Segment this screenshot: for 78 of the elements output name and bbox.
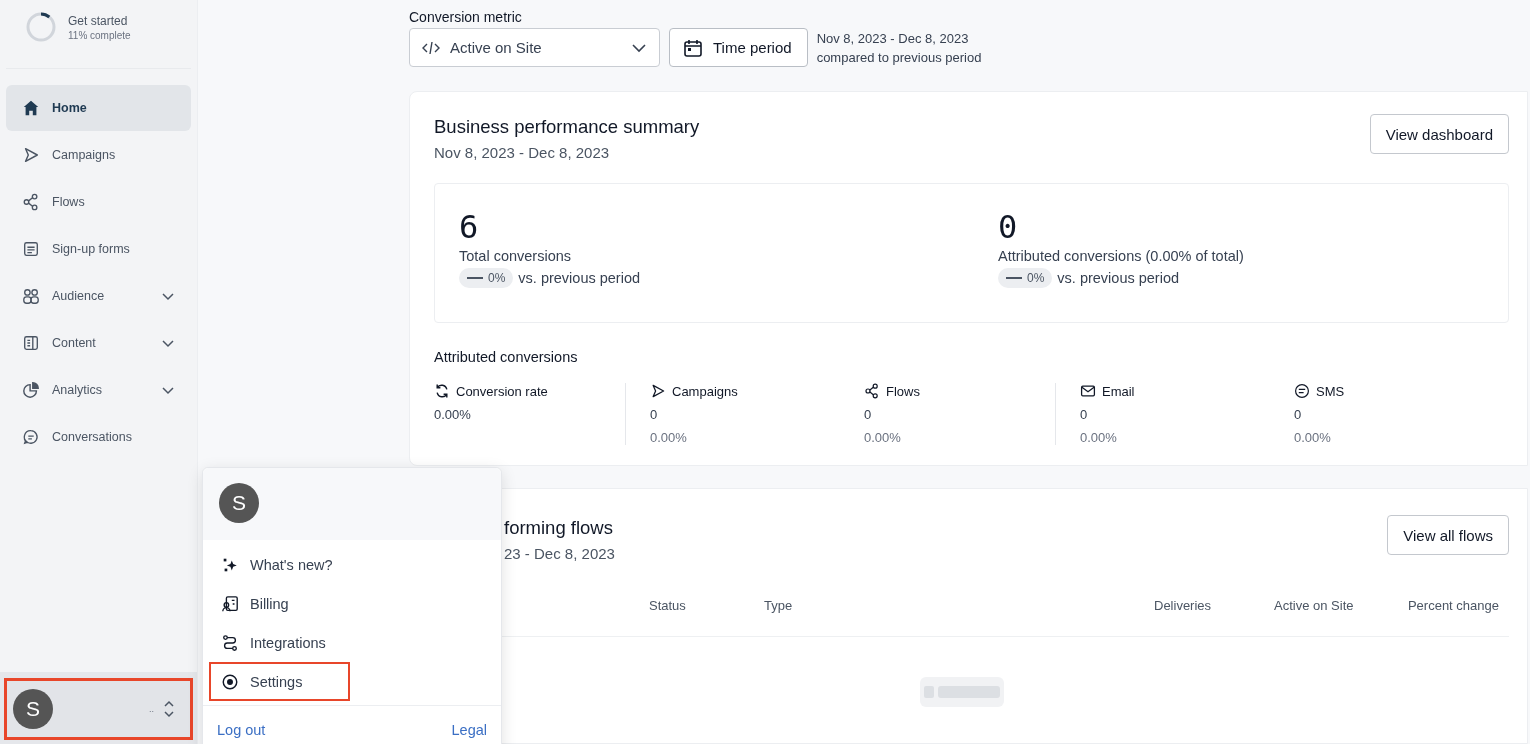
mail-icon xyxy=(1080,383,1096,399)
footer-link[interactable]: Log out xyxy=(217,722,266,738)
metric-label: SMS xyxy=(1316,383,1345,399)
avatar: S xyxy=(219,483,259,523)
menu-item[interactable]: Integrations xyxy=(209,623,358,662)
date-range: 23 - Dec 8, 2023 xyxy=(504,545,615,562)
refresh-icon xyxy=(434,383,450,399)
code-icon xyxy=(422,39,440,56)
nav-item[interactable]: Home xyxy=(6,85,191,131)
metric-value: 0 xyxy=(650,407,659,422)
column-header: Type xyxy=(764,598,793,613)
column-header: Percent change xyxy=(1407,598,1499,613)
metric-value: 0.00% xyxy=(1294,430,1332,445)
stat-label: Total conversions xyxy=(459,248,573,264)
nav-item[interactable]: Content xyxy=(6,320,191,366)
time-period-button[interactable]: Time period xyxy=(669,28,808,67)
card-title: forming flows xyxy=(504,517,614,539)
up-down-chevron-icon xyxy=(162,699,176,719)
document-icon xyxy=(22,334,40,352)
home-icon xyxy=(22,99,40,117)
change-badge: 0% xyxy=(459,268,514,288)
chat-icon xyxy=(1294,383,1310,399)
menu-item[interactable]: What's new? xyxy=(209,545,365,584)
nav-item[interactable]: Conversations xyxy=(6,414,191,460)
onboarding-title[interactable]: Get started xyxy=(68,13,131,28)
footer-link[interactable]: Legal xyxy=(451,722,487,738)
column-header: Deliveries xyxy=(1154,598,1212,613)
comparison-text: vs. previous period xyxy=(1057,270,1180,286)
progress-text: 11% complete xyxy=(68,29,131,41)
stat-label: Attributed conversions (0.00% of total) xyxy=(998,248,1245,264)
avatar: S xyxy=(13,689,53,729)
nodes-icon xyxy=(22,193,40,211)
send-icon xyxy=(650,383,666,399)
settings-icon xyxy=(221,672,239,691)
metric-value: 0.00% xyxy=(864,430,902,445)
nav-item[interactable]: Flows xyxy=(6,179,191,225)
metric-label: Flows xyxy=(886,383,920,399)
menu-item[interactable]: Billing xyxy=(209,584,321,623)
comparison-text: compared to previous period xyxy=(816,49,982,65)
pie-chart-icon xyxy=(22,381,40,399)
change-badge: 0% xyxy=(998,268,1053,288)
comparison-text: vs. previous period xyxy=(518,270,641,286)
calendar-icon xyxy=(683,37,703,58)
metric-value: 0.00% xyxy=(650,430,688,445)
view-all-flows-button[interactable]: View all flows xyxy=(1387,515,1509,555)
people-icon xyxy=(22,287,40,305)
field-label: Conversion metric xyxy=(409,9,523,25)
billing-icon xyxy=(221,594,239,613)
menu-item[interactable]: Settings xyxy=(209,662,351,701)
metric-label: Email xyxy=(1102,383,1135,399)
metric-value: 0.00% xyxy=(434,407,472,422)
account-switcher[interactable]: S .. xyxy=(4,678,193,740)
metric-dropdown[interactable]: Active on Site xyxy=(409,28,660,67)
view-dashboard-button[interactable]: View dashboard xyxy=(1369,114,1509,154)
section-title: Attributed conversions xyxy=(434,349,579,365)
metric-value: 0 xyxy=(864,407,873,422)
form-icon xyxy=(22,240,40,258)
column-header: Status xyxy=(649,598,686,613)
nav-item[interactable]: Audience xyxy=(6,273,191,319)
metric-label: Campaigns xyxy=(672,383,738,399)
chat-icon xyxy=(22,428,40,446)
nodes-icon xyxy=(864,383,880,399)
stat-value: 0 xyxy=(998,208,1019,246)
route-icon xyxy=(221,633,239,652)
metric-value: 0.00% xyxy=(1080,430,1118,445)
date-range: Nov 8, 2023 - Dec 8, 2023 xyxy=(816,30,970,46)
nav-item[interactable]: Campaigns xyxy=(6,132,191,178)
date-range: Nov 8, 2023 - Dec 8, 2023 xyxy=(434,144,611,161)
card-title: Business performance summary xyxy=(434,116,700,138)
metric-label: Conversion rate xyxy=(456,383,548,399)
nav-item[interactable]: Analytics xyxy=(6,367,191,413)
progress-ring-icon xyxy=(26,12,56,42)
metric-value: 0 xyxy=(1294,407,1303,422)
send-icon xyxy=(22,146,40,164)
nav-item[interactable]: Sign-up forms xyxy=(6,226,191,272)
column-header: Active on Site xyxy=(1274,598,1354,613)
metric-value: 0 xyxy=(1080,407,1089,422)
stat-value: 6 xyxy=(459,208,480,246)
